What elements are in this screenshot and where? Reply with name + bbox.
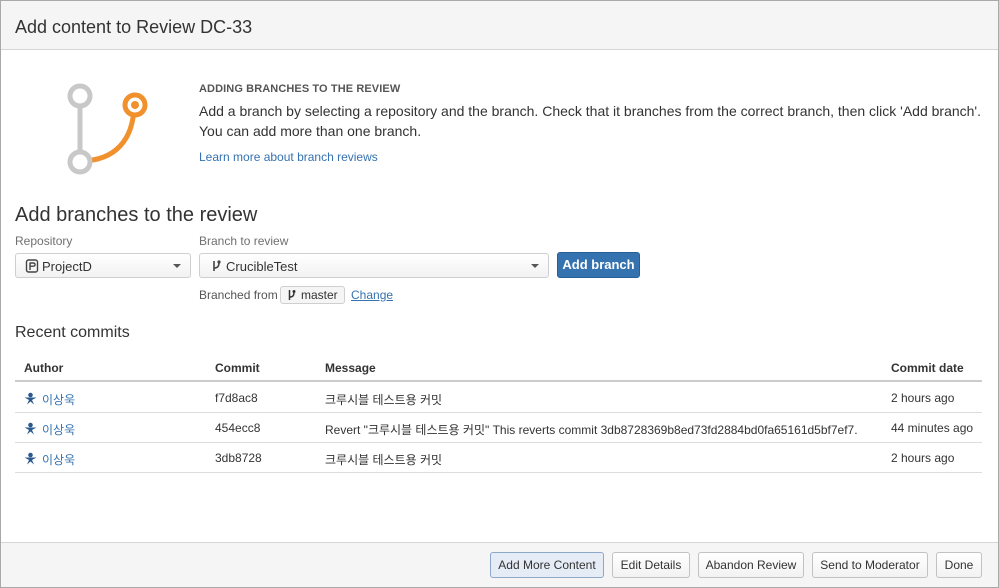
table-row[interactable]: 이상욱 454ecc8 Revert "크루시블 테스트용 커밋" This r… — [15, 413, 982, 443]
add-more-content-button[interactable]: Add More Content — [490, 552, 604, 578]
done-button[interactable]: Done — [936, 552, 982, 578]
author-link[interactable]: 이상욱 — [42, 391, 75, 408]
commit-message: 크루시블 테스트용 커밋 — [325, 393, 443, 407]
commit-hash: 454ecc8 — [215, 421, 261, 435]
add-branches-title: Add branches to the review — [15, 204, 258, 226]
learn-more-link[interactable]: Learn more about branch reviews — [199, 150, 378, 164]
commit-hash: 3db8728 — [215, 451, 262, 465]
recent-commits-title: Recent commits — [15, 324, 130, 341]
branch-select[interactable]: CrucibleTest — [199, 253, 549, 278]
branch-label: Branch to review — [199, 234, 289, 248]
commit-date: 2 hours ago — [891, 451, 955, 465]
chevron-down-icon — [531, 264, 539, 268]
branched-from-value: master — [301, 288, 338, 302]
user-avatar-icon — [24, 422, 37, 435]
dialog-header: Add content to Review DC-33 — [1, 1, 998, 50]
intro-heading: ADDING BRANCHES TO THE REVIEW — [199, 83, 401, 95]
column-header-message: Message — [325, 361, 376, 375]
table-header: Author Commit Message Commit date — [15, 353, 982, 382]
branched-from-chip: master — [280, 286, 345, 304]
commit-message: Revert "크루시블 테스트용 커밋" This reverts commi… — [325, 423, 858, 437]
send-to-moderator-button[interactable]: Send to Moderator — [812, 552, 928, 578]
author-link[interactable]: 이상욱 — [42, 451, 75, 468]
table-row[interactable]: 이상욱 3db8728 크루시블 테스트용 커밋 2 hours ago — [15, 443, 982, 473]
dialog-title: Add content to Review DC-33 — [15, 17, 253, 37]
dialog-footer: Add More Content Edit Details Abandon Re… — [1, 542, 998, 587]
column-header-author: Author — [24, 361, 64, 375]
commit-hash: f7d8ac8 — [215, 391, 258, 405]
add-branch-button[interactable]: Add branch — [557, 252, 640, 278]
edit-details-button[interactable]: Edit Details — [612, 552, 690, 578]
author-link[interactable]: 이상욱 — [42, 421, 75, 438]
abandon-review-button[interactable]: Abandon Review — [698, 552, 804, 578]
column-header-commit: Commit — [215, 361, 260, 375]
table-row[interactable]: 이상욱 f7d8ac8 크루시블 테스트용 커밋 2 hours ago — [15, 383, 982, 413]
user-avatar-icon — [24, 392, 37, 405]
branch-value: CrucibleTest — [226, 259, 298, 274]
column-header-date: Commit date — [891, 361, 964, 375]
branched-from-label: Branched from — [199, 288, 278, 302]
repository-value: ProjectD — [42, 259, 92, 274]
commit-date: 2 hours ago — [891, 391, 955, 405]
user-avatar-icon — [24, 452, 37, 465]
repository-icon — [25, 259, 39, 273]
branch-icon — [288, 290, 296, 300]
repository-label: Repository — [15, 234, 73, 248]
commit-date: 44 minutes ago — [891, 421, 974, 435]
repository-select[interactable]: ProjectD — [15, 253, 191, 278]
chevron-down-icon — [173, 264, 181, 268]
change-branch-link[interactable]: Change — [351, 288, 393, 302]
branch-diagram-icon — [67, 83, 148, 175]
intro-text: Add a branch by selecting a repository a… — [199, 103, 981, 139]
branch-icon — [213, 260, 221, 271]
add-content-dialog: Add content to Review DC-33 ADDING BRANC… — [0, 0, 999, 588]
commit-message: 크루시블 테스트용 커밋 — [325, 453, 443, 467]
